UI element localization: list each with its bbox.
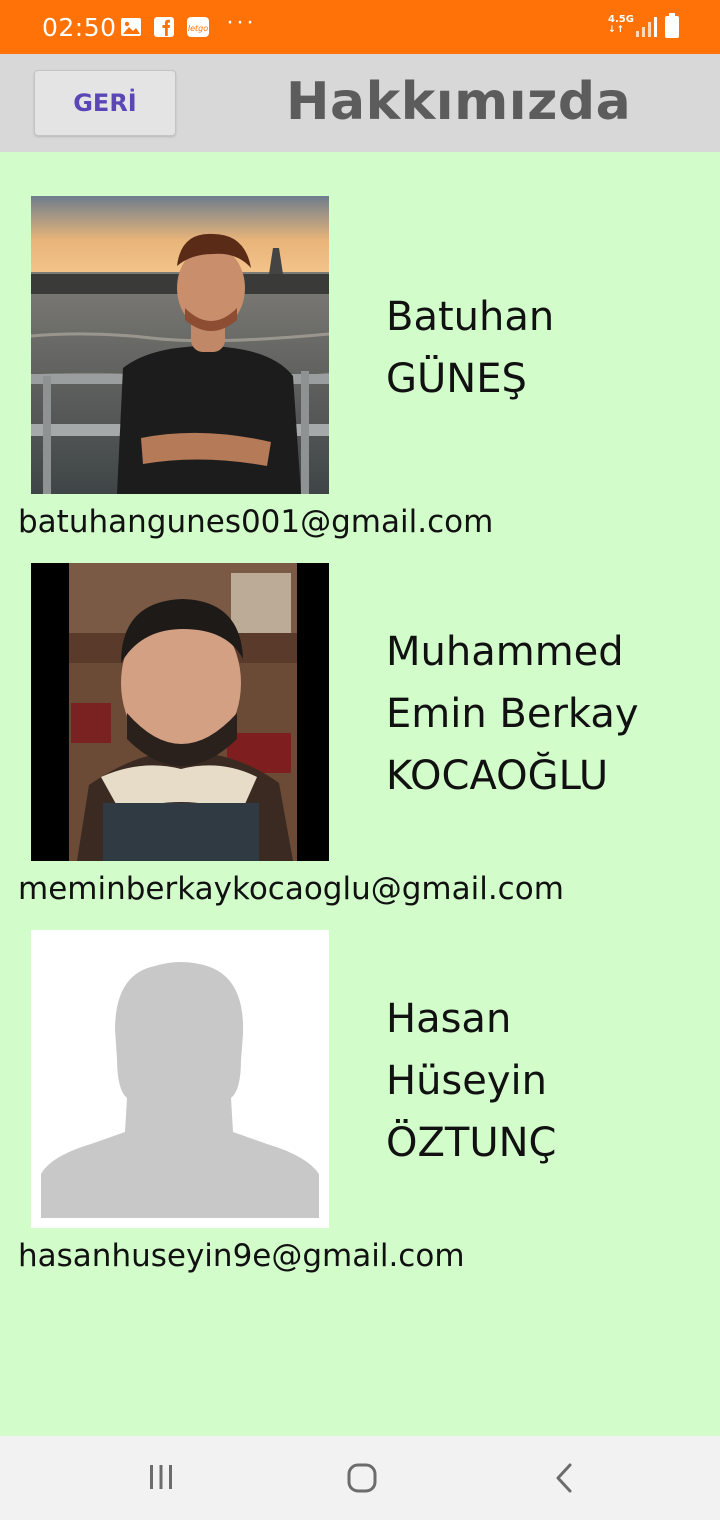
about-screen: 02:50 letgo ··· 4.5G ↓↑ GERİ Hakkımızda … <box>0 0 720 1520</box>
header-bar: GERİ Hakkımızda <box>0 54 720 152</box>
letgo-icon: letgo <box>187 17 209 37</box>
svg-text:letgo: letgo <box>188 24 208 33</box>
placeholder-avatar-icon <box>31 930 329 1228</box>
network-type-indicator: 4.5G ↓↑ <box>608 14 634 35</box>
member-name: Batuhan GÜNEŞ <box>386 294 555 402</box>
status-bar: 02:50 letgo ··· 4.5G ↓↑ <box>0 0 720 54</box>
battery-icon <box>665 13 679 38</box>
gallery-icon <box>121 18 141 36</box>
member-name: Hasan Hüseyin ÖZTUNÇ <box>386 996 557 1166</box>
back-button[interactable]: GERİ <box>34 70 176 136</box>
system-nav-bar <box>0 1436 720 1520</box>
recent-apps-icon[interactable] <box>146 1462 176 1492</box>
facebook-icon <box>154 17 174 37</box>
status-time: 02:50 <box>42 13 117 42</box>
member-photo <box>31 196 329 494</box>
member-email: batuhangunes001@gmail.com <box>18 504 494 540</box>
page-title: Hakkımızda <box>286 72 632 132</box>
member-name: Muhammed Emin Berkay KOCAOĞLU <box>386 629 639 799</box>
member-email: hasanhuseyin9e@gmail.com <box>18 1238 465 1274</box>
more-notifications-indicator: ··· <box>226 8 256 35</box>
home-icon[interactable] <box>346 1462 378 1494</box>
back-icon[interactable] <box>552 1462 578 1494</box>
member-photo <box>31 563 329 861</box>
member-email: meminberkaykocaoglu@gmail.com <box>18 871 564 907</box>
signal-icon <box>636 17 657 37</box>
